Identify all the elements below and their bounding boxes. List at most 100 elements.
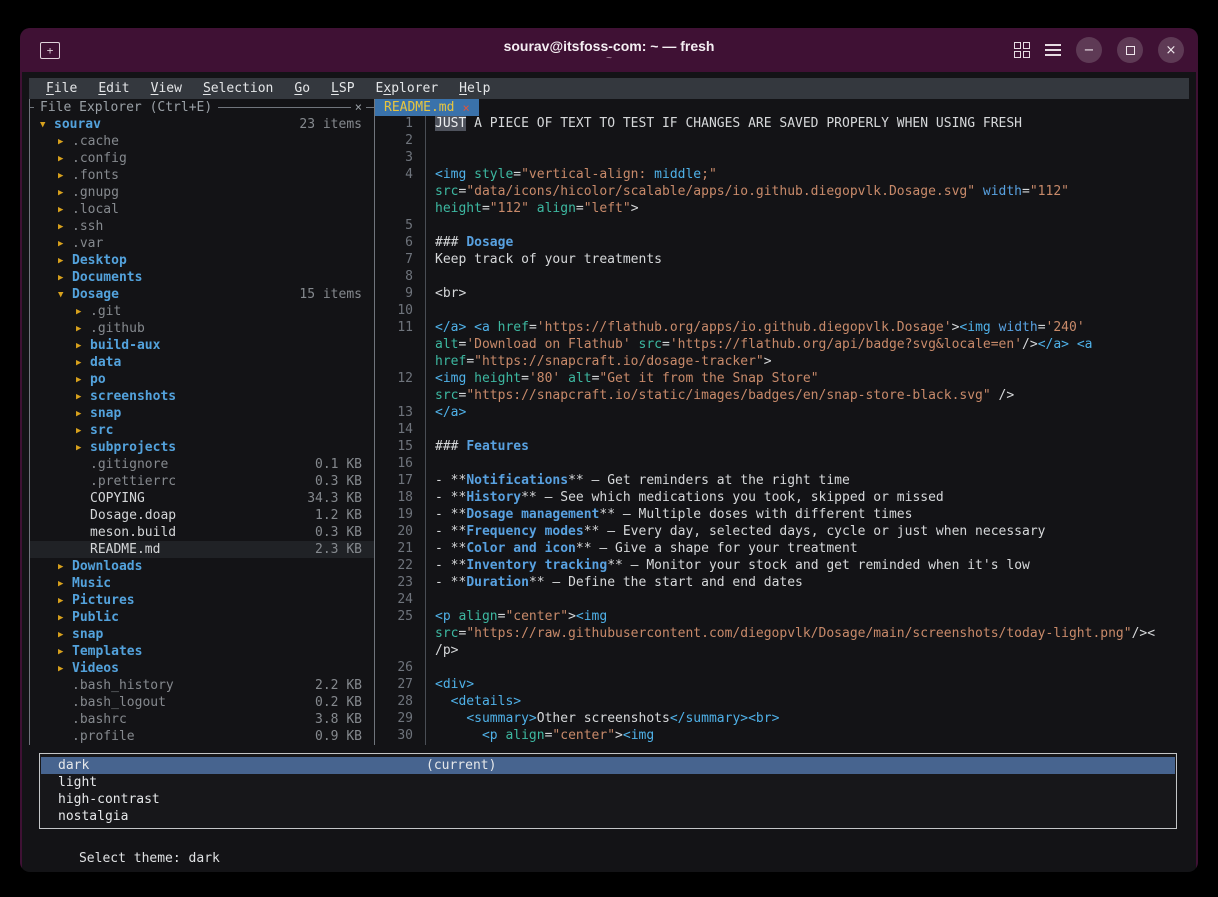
- theme-option-light[interactable]: light: [41, 774, 1175, 791]
- minimize-button[interactable]: −: [1076, 37, 1102, 63]
- new-tab-button[interactable]: +: [40, 42, 60, 59]
- menu-item-edit[interactable]: Edit: [98, 81, 129, 96]
- menu-item-selection[interactable]: Selection: [203, 81, 273, 96]
- workspaces-grid-icon[interactable]: [1014, 42, 1030, 58]
- tree-row-screenshots[interactable]: ▶screenshots: [30, 388, 374, 405]
- theme-current-note: (current): [426, 758, 496, 773]
- tree-row-.prettierrc[interactable]: ▶.prettierrc0.3 KB: [30, 473, 374, 490]
- tree-row-Public[interactable]: ▶Public: [30, 609, 374, 626]
- tree-row-build-aux[interactable]: ▶build-aux: [30, 337, 374, 354]
- tree-row-Videos[interactable]: ▶Videos: [30, 660, 374, 677]
- code-line-5: 5: [375, 218, 1189, 235]
- expand-arrow-icon[interactable]: ▶: [58, 579, 72, 589]
- expand-arrow-icon[interactable]: ▶: [58, 222, 72, 232]
- code-text: [425, 269, 1189, 286]
- tree-row-.github[interactable]: ▶.github: [30, 320, 374, 337]
- line-number: 16: [375, 456, 425, 473]
- expand-arrow-icon[interactable]: ▶: [58, 239, 72, 249]
- collapse-arrow-icon[interactable]: ▼: [58, 290, 72, 300]
- expand-arrow-icon[interactable]: ▶: [58, 630, 72, 640]
- tree-row-.cache[interactable]: ▶.cache: [30, 133, 374, 150]
- tree-row-.bash_logout[interactable]: ▶.bash_logout0.2 KB: [30, 694, 374, 711]
- expand-arrow-icon[interactable]: ▶: [58, 256, 72, 266]
- tree-row-.config[interactable]: ▶.config: [30, 150, 374, 167]
- expand-arrow-icon[interactable]: ▶: [76, 409, 90, 419]
- tree-row-.git[interactable]: ▶.git: [30, 303, 374, 320]
- expand-arrow-icon[interactable]: ▶: [58, 562, 72, 572]
- tree-row-COPYING[interactable]: ▶COPYING34.3 KB: [30, 490, 374, 507]
- tree-row-.profile[interactable]: ▶.profile0.9 KB: [30, 728, 374, 745]
- expand-arrow-icon[interactable]: ▶: [76, 324, 90, 334]
- menu-item-file[interactable]: File: [46, 81, 77, 96]
- tree-row-data[interactable]: ▶data: [30, 354, 374, 371]
- tree-row-.var[interactable]: ▶.var: [30, 235, 374, 252]
- code-text: <p align="center"><img: [425, 609, 1189, 626]
- tree-row-.bashrc[interactable]: ▶.bashrc3.8 KB: [30, 711, 374, 728]
- tree-row-.gitignore[interactable]: ▶.gitignore0.1 KB: [30, 456, 374, 473]
- tab-close-icon[interactable]: ×: [462, 101, 469, 115]
- menu-item-lsp[interactable]: LSP: [331, 81, 354, 96]
- tree-row-Documents[interactable]: ▶Documents: [30, 269, 374, 286]
- tree-row-Downloads[interactable]: ▶Downloads: [30, 558, 374, 575]
- tree-row-.bash_history[interactable]: ▶.bash_history2.2 KB: [30, 677, 374, 694]
- menu-item-go[interactable]: Go: [294, 81, 310, 96]
- tree-item-label: .profile: [72, 729, 135, 744]
- tree-row-src[interactable]: ▶src: [30, 422, 374, 439]
- tree-row-sourav[interactable]: ▼sourav23 items: [30, 116, 374, 133]
- tree-row-Dosage[interactable]: ▼Dosage15 items: [30, 286, 374, 303]
- tree-row-Pictures[interactable]: ▶Pictures: [30, 592, 374, 609]
- collapse-arrow-icon[interactable]: ▼: [40, 120, 54, 130]
- expand-arrow-icon[interactable]: ▶: [58, 171, 72, 181]
- tree-row-snap[interactable]: ▶snap: [30, 626, 374, 643]
- tab-readme[interactable]: README.md ×: [375, 99, 479, 116]
- expand-arrow-icon[interactable]: ▶: [58, 154, 72, 164]
- expand-arrow-icon[interactable]: ▶: [58, 664, 72, 674]
- expand-arrow-icon[interactable]: ▶: [76, 341, 90, 351]
- theme-option-nostalgia[interactable]: nostalgia: [41, 808, 1175, 825]
- expand-arrow-icon[interactable]: ▶: [58, 596, 72, 606]
- expand-arrow-icon[interactable]: ▶: [76, 307, 90, 317]
- tree-row-README.md[interactable]: ▶README.md2.3 KB: [30, 541, 374, 558]
- tree-item-meta: 0.2 KB: [315, 695, 362, 710]
- tree-row-meson.build[interactable]: ▶meson.build0.3 KB: [30, 524, 374, 541]
- expand-arrow-icon[interactable]: ▶: [58, 647, 72, 657]
- tree-row-.local[interactable]: ▶.local: [30, 201, 374, 218]
- line-number: 21: [375, 541, 425, 558]
- expand-arrow-icon[interactable]: ▶: [58, 205, 72, 215]
- close-button[interactable]: ×: [1158, 37, 1184, 63]
- menu-item-help[interactable]: Help: [459, 81, 490, 96]
- menu-item-view[interactable]: View: [151, 81, 182, 96]
- expand-arrow-icon[interactable]: ▶: [76, 392, 90, 402]
- expand-arrow-icon[interactable]: ▶: [76, 443, 90, 453]
- code-text: <details>: [425, 694, 1189, 711]
- menu-item-explorer[interactable]: Explorer: [376, 81, 439, 96]
- tree-row-.gnupg[interactable]: ▶.gnupg: [30, 184, 374, 201]
- tree-row-Music[interactable]: ▶Music: [30, 575, 374, 592]
- theme-option-dark[interactable]: dark(current): [41, 757, 1175, 774]
- expand-arrow-icon[interactable]: ▶: [58, 188, 72, 198]
- tree-row-po[interactable]: ▶po: [30, 371, 374, 388]
- expand-arrow-icon[interactable]: ▶: [76, 426, 90, 436]
- explorer-close-icon[interactable]: ×: [351, 100, 366, 114]
- expand-arrow-icon[interactable]: ▶: [58, 137, 72, 147]
- expand-arrow-icon[interactable]: ▶: [58, 613, 72, 623]
- expand-arrow-icon[interactable]: ▶: [76, 375, 90, 385]
- theme-option-high-contrast[interactable]: high-contrast: [41, 791, 1175, 808]
- tree-row-.ssh[interactable]: ▶.ssh: [30, 218, 374, 235]
- tree-item-label: build-aux: [90, 338, 160, 353]
- tree-row-.fonts[interactable]: ▶.fonts: [30, 167, 374, 184]
- tree-row-Dosage.doap[interactable]: ▶Dosage.doap1.2 KB: [30, 507, 374, 524]
- tree-row-subprojects[interactable]: ▶subprojects: [30, 439, 374, 456]
- hamburger-menu-icon[interactable]: [1045, 44, 1061, 56]
- code-text: [425, 592, 1189, 609]
- tree-row-snap[interactable]: ▶snap: [30, 405, 374, 422]
- line-number: 30: [375, 728, 425, 745]
- titlebar: + sourav@itsfoss-com: ~ — fresh ~ − ×: [20, 28, 1198, 72]
- tree-item-label: screenshots: [90, 389, 176, 404]
- tree-row-Templates[interactable]: ▶Templates: [30, 643, 374, 660]
- tree-row-Desktop[interactable]: ▶Desktop: [30, 252, 374, 269]
- expand-arrow-icon[interactable]: ▶: [58, 273, 72, 283]
- code-area[interactable]: 1JUST A PIECE OF TEXT TO TEST IF CHANGES…: [375, 116, 1189, 745]
- expand-arrow-icon[interactable]: ▶: [76, 358, 90, 368]
- maximize-button[interactable]: [1117, 37, 1143, 63]
